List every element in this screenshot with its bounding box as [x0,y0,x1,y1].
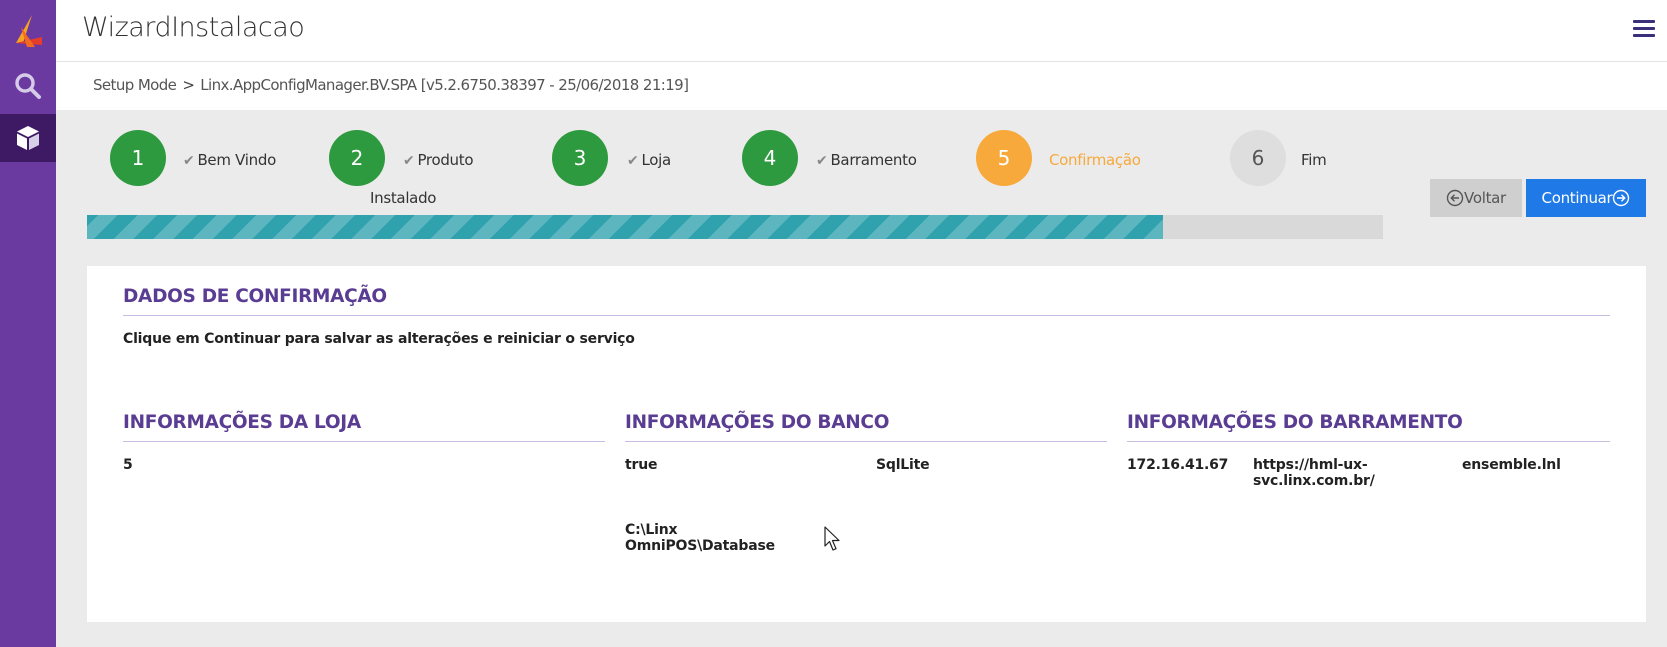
step-6-circle[interactable]: 6 [1230,130,1286,186]
bus-ip-value: 172.16.41.67 [1127,457,1229,473]
app-title: WizardInstalacao [82,12,305,43]
top-bar: WizardInstalacao [56,0,1667,62]
confirmation-panel: DADOS DE CONFIRMAÇÃO Clique em Continuar… [87,266,1646,622]
check-icon: ✔ [816,153,828,169]
bus-name-value: ensemble.lnl [1462,457,1561,473]
store-code-value: 5 [123,457,133,473]
db-provider-value: SqlLite [876,457,930,473]
continue-button[interactable]: Continuar [1526,179,1646,217]
arrow-left-circle-icon [1446,189,1464,207]
step-5-circle[interactable]: 5 [976,130,1032,186]
step-2-circle[interactable]: 2 [329,130,385,186]
continue-button-label: Continuar [1541,189,1613,207]
breadcrumb-root[interactable]: Setup Mode [93,76,177,94]
breadcrumb-bar: Setup Mode > Linx.AppConfigManager.BV.SPA … [56,62,1667,110]
check-icon: ✔ [403,153,415,169]
arrow-right-circle-icon [1613,189,1630,207]
confirmation-message: Clique em Continuar para salvar as alter… [123,331,635,347]
step-1-label: ✔ Bem Vindo [183,151,276,169]
logo-icon[interactable] [0,8,56,54]
bus-url-value: https://hml-ux- svc.linx.com.br/ [1253,457,1375,489]
check-icon: ✔ [183,153,195,169]
step-5-label: Confirmação [1049,151,1141,169]
progress-bar [87,215,1383,239]
step-4-circle[interactable]: 4 [742,130,798,186]
db-enabled-value: true [625,457,658,473]
breadcrumb-current: Linx.AppConfigManager.BV.SPA [v5.2.6750.… [200,76,689,94]
step-4-label: ✔ Barramento [816,151,917,169]
db-path-value: C:\Linx OmniPOS\Database [625,522,775,554]
store-info-title: INFORMAÇÕES DA LOJA [123,412,605,442]
breadcrumb-separator: > [182,76,195,94]
step-3-label: ✔ Loja [627,151,671,169]
mouse-cursor-icon [824,526,840,551]
step-2-label: ✔ Produto [403,151,474,169]
step-6-label: Fim [1301,151,1327,169]
check-icon: ✔ [627,153,639,169]
cube-icon[interactable] [0,114,56,162]
step-1-circle[interactable]: 1 [110,130,166,186]
sidebar [0,0,56,647]
progress-fill [87,215,1163,239]
step-2-label-line2: Instalado [370,189,437,207]
step-3-circle[interactable]: 3 [552,130,608,186]
hamburger-menu-icon[interactable] [1633,20,1655,40]
search-icon[interactable] [0,64,56,108]
db-info-title: INFORMAÇÕES DO BANCO [625,412,1107,442]
back-button[interactable]: Voltar [1430,179,1522,217]
back-button-label: Voltar [1464,189,1506,207]
bus-info-title: INFORMAÇÕES DO BARRAMENTO [1127,412,1610,442]
confirmation-title: DADOS DE CONFIRMAÇÃO [123,286,1610,316]
breadcrumb: Setup Mode > Linx.AppConfigManager.BV.SPA … [93,76,689,94]
